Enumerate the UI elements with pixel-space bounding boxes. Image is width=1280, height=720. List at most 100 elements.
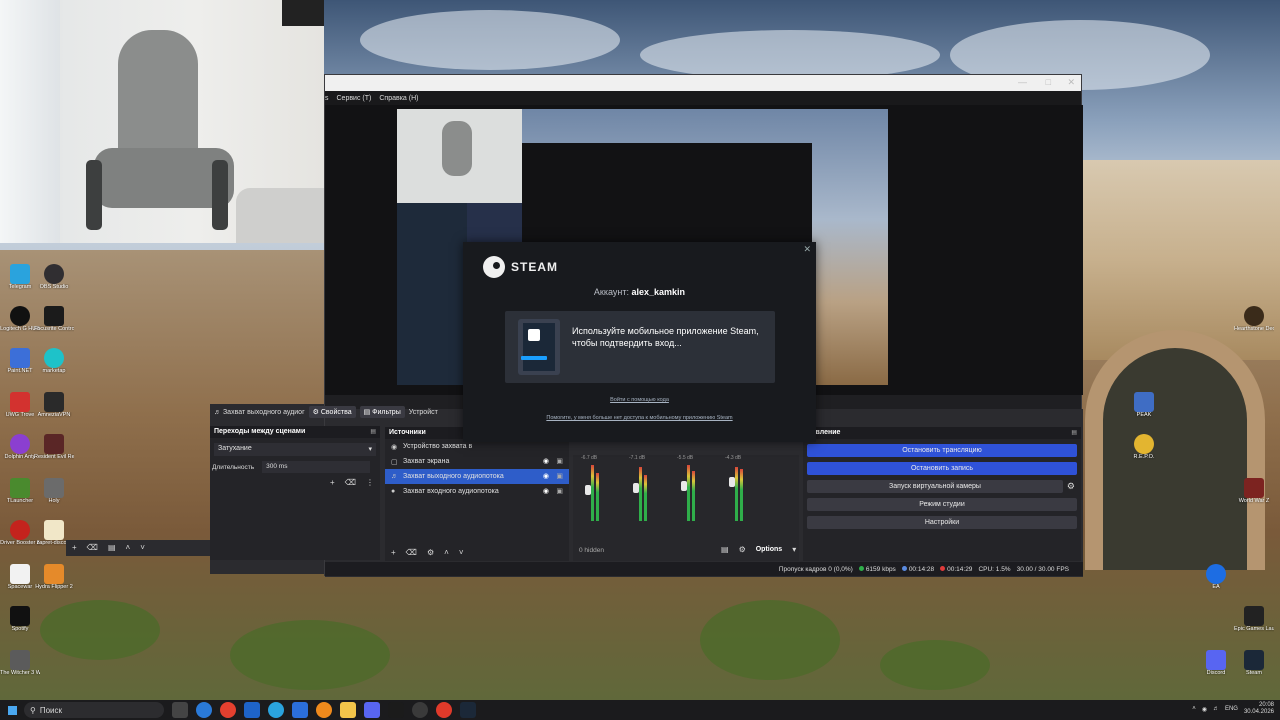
desktop-icon-ea[interactable]: EA: [1196, 564, 1236, 590]
desktop-icon-amnezia[interactable]: AmneziaVPN: [34, 392, 74, 418]
stop-recording-button[interactable]: Остановить запись: [807, 462, 1077, 475]
stop-stream-button[interactable]: Остановить трансляцию: [807, 444, 1077, 457]
add-icon[interactable]: +: [330, 478, 335, 487]
desktop-icon-epic[interactable]: Epic Games Launcher: [1234, 606, 1274, 632]
trash-icon[interactable]: ⌫: [345, 478, 356, 487]
store-icon[interactable]: [292, 702, 308, 718]
minimize-icon[interactable]: —: [1018, 77, 1027, 87]
chevron-up-icon[interactable]: ˄: [126, 543, 131, 552]
login-with-code-link[interactable]: Войти с помощью кода: [463, 397, 816, 403]
desktop-icon-obs[interactable]: OBS Studio: [34, 264, 74, 290]
spotify-icon: [10, 606, 30, 626]
chevron-up-icon[interactable]: ˄: [1192, 706, 1196, 712]
webcam-window-light: [0, 0, 60, 243]
obs-titlebar: — □ ✕: [325, 75, 1081, 91]
transition-select[interactable]: Затухание ▾: [214, 443, 376, 456]
desktop-icon-wwz[interactable]: World War Z: [1234, 478, 1274, 504]
discord-icon: [1206, 650, 1226, 670]
source-item-selected[interactable]: ♬ Захват выходного аудиопотока ◉ ▣: [385, 469, 569, 484]
windows-start-button[interactable]: [0, 700, 24, 720]
close-icon[interactable]: ✕: [803, 244, 811, 255]
gear-icon[interactable]: ⚙: [1067, 481, 1075, 492]
menu-item-partial[interactable]: s: [325, 95, 329, 102]
mail-icon[interactable]: [244, 702, 260, 718]
layout-icon[interactable]: ▤: [108, 543, 116, 552]
discord-icon[interactable]: [364, 702, 380, 718]
visibility-eye-icon[interactable]: ◉: [543, 457, 549, 465]
desktop-icon-repo[interactable]: R.E.P.O.: [1124, 434, 1164, 460]
desktop-icon-steam[interactable]: Steam: [1234, 650, 1274, 676]
duration-input[interactable]: 300 ms: [262, 461, 371, 473]
trash-icon[interactable]: ⌫: [87, 543, 98, 552]
volume-slider[interactable]: [633, 483, 639, 493]
yandex-icon[interactable]: [436, 702, 452, 718]
desktop-icon-focusrite[interactable]: Focusrite Control: [34, 306, 74, 332]
settings-button[interactable]: Настройки: [807, 516, 1077, 529]
trash-icon[interactable]: ⌫: [406, 548, 417, 557]
layout-icon[interactable]: ▤: [721, 545, 729, 554]
mixer-options-button[interactable]: Options: [756, 546, 782, 553]
add-icon[interactable]: +: [391, 548, 396, 557]
lost-mobile-access-link[interactable]: Помогите, у меня больше нет доступа к мо…: [463, 415, 816, 421]
taskbar-search[interactable]: ⚲ Поиск: [24, 702, 164, 718]
chevron-down-icon: ▾: [368, 446, 372, 453]
volume-slider[interactable]: [729, 477, 735, 487]
lock-icon[interactable]: ▣: [556, 472, 563, 480]
repo-icon: [1134, 434, 1154, 454]
volume-slider[interactable]: [585, 485, 591, 495]
desktop-icon-witcher[interactable]: The Witcher 3 Wild Hu...: [0, 650, 40, 676]
chevron-down-icon[interactable]: ˅: [459, 548, 464, 557]
desktop-icon-peak[interactable]: PEAK: [1124, 392, 1164, 418]
record-icon: [940, 565, 946, 571]
lock-icon[interactable]: ▣: [556, 487, 563, 495]
firefox-icon[interactable]: [316, 702, 332, 718]
chevron-down-icon[interactable]: ˅: [140, 543, 145, 552]
dock-pin-icon[interactable]: ▤: [1071, 429, 1077, 436]
desktop-icon-marketap[interactable]: marketap: [34, 348, 74, 374]
studio-mode-button[interactable]: Режим студии: [807, 498, 1077, 511]
source-item[interactable]: ▢ Захват экрана ◉ ▣: [385, 454, 569, 469]
desktop-icon-spotify[interactable]: Spotify: [0, 606, 40, 632]
desktop-icon-discord[interactable]: Discord: [1196, 650, 1236, 676]
desktop-icon-re-requiem[interactable]: Resident Evil Requiem: [34, 434, 74, 460]
desktop-icon-holy[interactable]: Holy: [34, 478, 74, 504]
volume-meter: [687, 465, 690, 521]
obs-icon[interactable]: [412, 702, 428, 718]
dock-pin-icon[interactable]: ▤: [370, 428, 376, 435]
network-icon[interactable]: ◉: [1202, 706, 1207, 713]
menu-item-tools[interactable]: Сервис (Т): [337, 95, 372, 102]
telegram-icon[interactable]: [268, 702, 284, 718]
gear-icon[interactable]: ⚙: [739, 545, 746, 554]
language-indicator[interactable]: ENG: [1225, 706, 1238, 712]
close-icon[interactable]: ✕: [1067, 77, 1075, 88]
steam-account-line: Аккаунт: alex_kamkin: [463, 287, 816, 297]
start-virtual-camera-button[interactable]: Запуск виртуальной камеры: [807, 480, 1063, 493]
properties-button[interactable]: ⚙ Свойства: [308, 406, 356, 418]
desktop-icon-flipper[interactable]: Hydra Flipper 2: [34, 564, 74, 590]
winamp-icon[interactable]: [388, 702, 404, 718]
lock-icon[interactable]: ▣: [556, 457, 563, 465]
filters-button[interactable]: ▤ Фильтры: [359, 406, 405, 418]
task-view-icon[interactable]: [172, 702, 188, 718]
edge-icon[interactable]: [196, 702, 212, 718]
device-settings-button[interactable]: Устройст: [409, 409, 438, 416]
maximize-icon[interactable]: □: [1046, 77, 1051, 87]
visibility-eye-icon[interactable]: ◉: [543, 472, 549, 480]
add-icon[interactable]: +: [72, 543, 77, 552]
clock[interactable]: 20:08 30.04.2026: [1244, 702, 1274, 716]
menu-item-help[interactable]: Справка (H): [379, 95, 418, 102]
gear-icon[interactable]: ⚙: [427, 548, 434, 557]
volume-icon[interactable]: ♬: [1213, 706, 1219, 712]
desktop-icon-hdt[interactable]: Hearthstone Deck Tracker: [1234, 306, 1274, 332]
source-item[interactable]: ● Захват входного аудиопотока ◉ ▣: [385, 484, 569, 499]
visibility-eye-icon[interactable]: ◉: [543, 487, 549, 495]
more-icon[interactable]: ⋮: [366, 478, 374, 487]
chevron-down-icon[interactable]: ▾: [792, 545, 796, 554]
file-explorer-icon[interactable]: [340, 702, 356, 718]
bitrate-value: 6159 kbps: [865, 565, 896, 573]
volume-slider[interactable]: [681, 481, 687, 491]
chrome-icon[interactable]: [220, 702, 236, 718]
wallpaper-vegetation: [40, 600, 160, 660]
chevron-up-icon[interactable]: ˄: [444, 548, 449, 557]
steam-icon[interactable]: [460, 702, 476, 718]
